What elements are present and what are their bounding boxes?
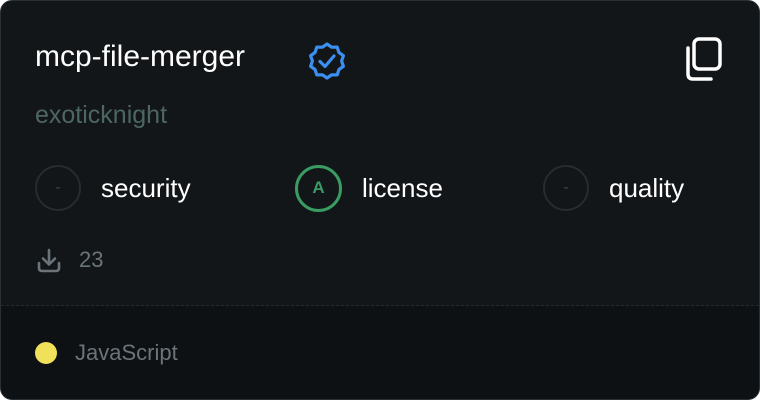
quality-label: quality <box>609 172 685 203</box>
quality-grade-badge: - <box>543 165 589 211</box>
metric-quality[interactable]: - quality <box>543 164 684 212</box>
language-label: JavaScript <box>75 340 178 365</box>
package-card[interactable]: mcp-file-merger exoticknight - security … <box>0 0 760 400</box>
language-color-dot <box>35 342 57 364</box>
package-name[interactable]: mcp-file-merger <box>35 37 245 77</box>
security-grade-badge: - <box>35 165 81 211</box>
license-label: license <box>362 172 443 203</box>
metric-security[interactable]: - security <box>35 164 191 212</box>
verified-badge-icon <box>309 42 345 80</box>
copy-icon[interactable] <box>679 35 727 83</box>
package-author[interactable]: exoticknight <box>35 98 167 132</box>
download-stats: 23 <box>35 244 103 276</box>
license-grade-badge: A <box>295 164 342 212</box>
download-icon <box>37 248 61 273</box>
metric-license[interactable]: A license <box>295 164 443 212</box>
security-label: security <box>101 172 191 203</box>
download-count: 23 <box>79 247 104 272</box>
